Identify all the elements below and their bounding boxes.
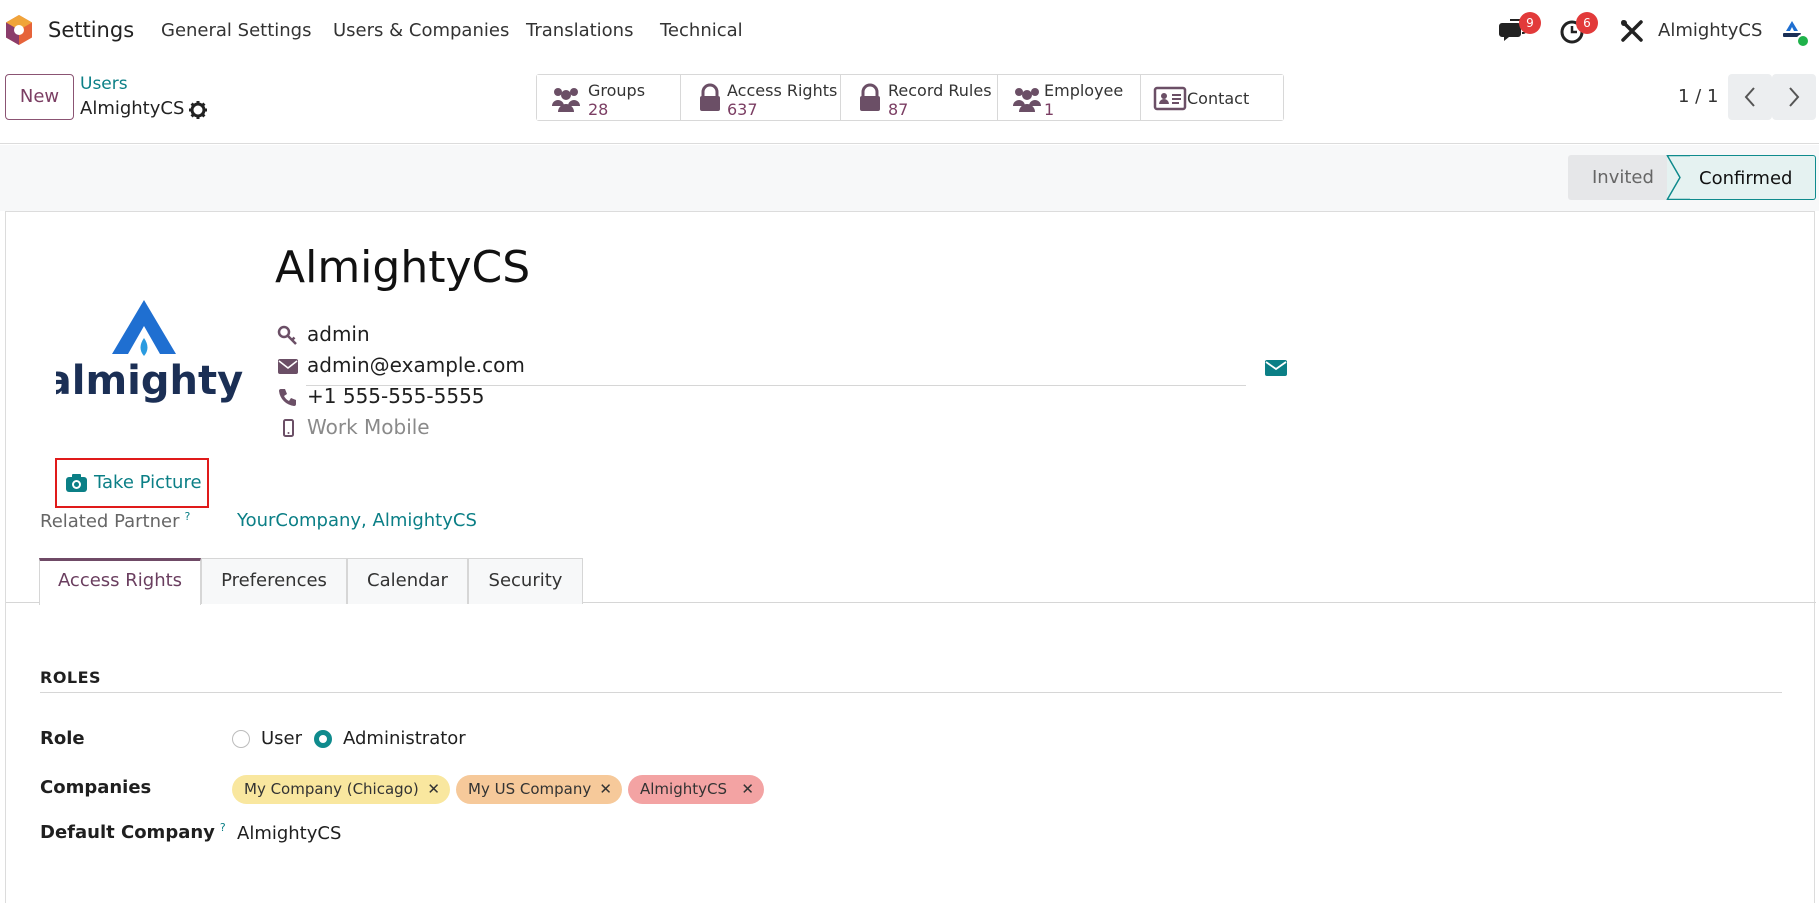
smart-button-employee[interactable]: Employee 1	[998, 75, 1141, 120]
app-logo-icon[interactable]	[4, 14, 34, 46]
default-company-label: Default Company?	[40, 821, 226, 843]
smart-value: 637	[727, 100, 758, 119]
related-partner-link[interactable]: YourCompany, AlmightyCS	[237, 510, 477, 531]
company-tag[interactable]: My US Company ✕	[456, 775, 622, 804]
help-tooltip-icon[interactable]: ?	[220, 821, 226, 834]
smart-buttons: Groups 28 Access Rights 637 Record Rules…	[536, 74, 1284, 121]
breadcrumb-current: AlmightyCS	[80, 98, 185, 119]
smart-button-record-rules[interactable]: Record Rules 87	[841, 75, 998, 120]
top-navbar: Settings General Settings Users & Compan…	[0, 0, 1819, 62]
email-value: admin@example.com	[307, 353, 525, 377]
user-menu[interactable]: AlmightyCS	[1658, 20, 1762, 41]
email-field[interactable]: admin@example.com	[277, 352, 1277, 380]
menu-translations[interactable]: Translations	[526, 20, 633, 41]
smart-value: 87	[888, 100, 909, 119]
lock-icon	[860, 83, 880, 111]
company-tag-label: My Company (Chicago)	[244, 780, 419, 798]
smart-button-groups[interactable]: Groups 28	[537, 75, 681, 120]
id-card-icon	[1153, 86, 1187, 111]
lock-icon	[700, 83, 720, 111]
login-value: admin	[307, 322, 370, 346]
smart-label: Record Rules	[888, 81, 992, 100]
users-icon	[552, 88, 580, 112]
breadcrumb-users[interactable]: Users	[80, 74, 128, 94]
take-picture-label: Take Picture	[94, 472, 202, 493]
activities-badge: 6	[1576, 12, 1598, 34]
work-mobile-placeholder: Work Mobile	[307, 415, 430, 439]
pager-value[interactable]: 1 / 1	[1678, 86, 1718, 107]
menu-users-companies[interactable]: Users & Companies	[333, 20, 509, 41]
users-icon	[1013, 88, 1041, 112]
radio-user-label[interactable]: User	[261, 728, 302, 749]
gear-icon[interactable]	[188, 100, 208, 120]
smart-value: 1	[1044, 100, 1055, 119]
form-sheet: almighty Take Picture AlmightyCS admin a…	[5, 211, 1816, 903]
default-company-value[interactable]: AlmightyCS	[237, 823, 341, 844]
company-tag[interactable]: My Company (Chicago) ✕	[232, 775, 450, 804]
company-tag[interactable]: AlmightyCS ✕	[628, 775, 764, 804]
roles-section-title: ROLES	[40, 668, 102, 687]
mobile-icon	[283, 419, 294, 437]
smart-label: Groups	[588, 81, 646, 100]
chevron-right-icon	[1789, 87, 1800, 107]
remove-tag-icon[interactable]: ✕	[599, 775, 612, 804]
logo-text: almighty	[56, 358, 243, 404]
companies-label: Companies	[40, 777, 152, 798]
login-field[interactable]: admin	[277, 321, 677, 349]
remove-tag-icon[interactable]: ✕	[427, 775, 440, 804]
phone-field[interactable]: +1 555-555-5555	[277, 383, 677, 411]
phone-value: +1 555-555-5555	[307, 384, 485, 408]
remove-tag-icon[interactable]: ✕	[741, 775, 754, 804]
roles-divider	[40, 692, 1782, 693]
user-photo[interactable]: almighty	[56, 298, 246, 418]
tab-calendar[interactable]: Calendar	[347, 558, 468, 604]
messages-badge: 9	[1519, 12, 1541, 34]
tab-access-rights[interactable]: Access Rights	[39, 558, 201, 605]
company-tag-label: AlmightyCS	[640, 780, 727, 798]
menu-technical[interactable]: Technical	[660, 20, 743, 41]
user-name-field[interactable]: AlmightyCS	[275, 242, 530, 293]
chevron-left-icon	[1744, 87, 1755, 107]
take-picture-button[interactable]: Take Picture	[55, 458, 209, 508]
camera-icon	[66, 474, 87, 492]
radio-administrator-label[interactable]: Administrator	[343, 728, 466, 749]
key-icon	[277, 325, 297, 345]
send-email-icon[interactable]	[1264, 358, 1288, 378]
new-button[interactable]: New	[5, 74, 74, 120]
pager-next-button[interactable]	[1772, 74, 1816, 120]
role-label: Role	[40, 728, 85, 749]
phone-icon	[279, 389, 296, 406]
tools-icon[interactable]	[1617, 16, 1647, 46]
related-partner-label: Related Partner?	[40, 510, 191, 532]
smart-label: Employee	[1044, 81, 1124, 100]
tab-preferences[interactable]: Preferences	[201, 558, 347, 604]
tab-security[interactable]: Security	[468, 558, 583, 604]
work-mobile-field[interactable]: Work Mobile	[277, 414, 677, 442]
envelope-icon	[278, 359, 298, 374]
app-name[interactable]: Settings	[48, 18, 134, 42]
smart-label: Access Rights	[727, 81, 838, 100]
statusbar-row: Invited Confirmed	[0, 145, 1819, 211]
help-tooltip-icon[interactable]: ?	[185, 510, 191, 523]
company-tag-label: My US Company	[468, 780, 592, 798]
control-panel: New Users AlmightyCS Groups 28 Access Ri…	[0, 62, 1819, 144]
notebook-tabs: Access Rights Preferences Calendar Secur…	[6, 558, 1816, 605]
smart-label: Contact	[1187, 89, 1250, 108]
menu-general-settings[interactable]: General Settings	[161, 20, 312, 41]
smart-button-access-rights[interactable]: Access Rights 637	[681, 75, 841, 120]
pager-previous-button[interactable]	[1728, 74, 1772, 120]
smart-button-contact[interactable]: Contact	[1141, 75, 1283, 120]
smart-value: 28	[588, 100, 609, 119]
status-arrow-separator	[1664, 155, 1690, 200]
radio-user[interactable]	[232, 730, 250, 748]
status-invited[interactable]: Invited	[1568, 155, 1669, 200]
online-status-dot	[1796, 34, 1810, 48]
radio-administrator[interactable]	[314, 730, 332, 748]
